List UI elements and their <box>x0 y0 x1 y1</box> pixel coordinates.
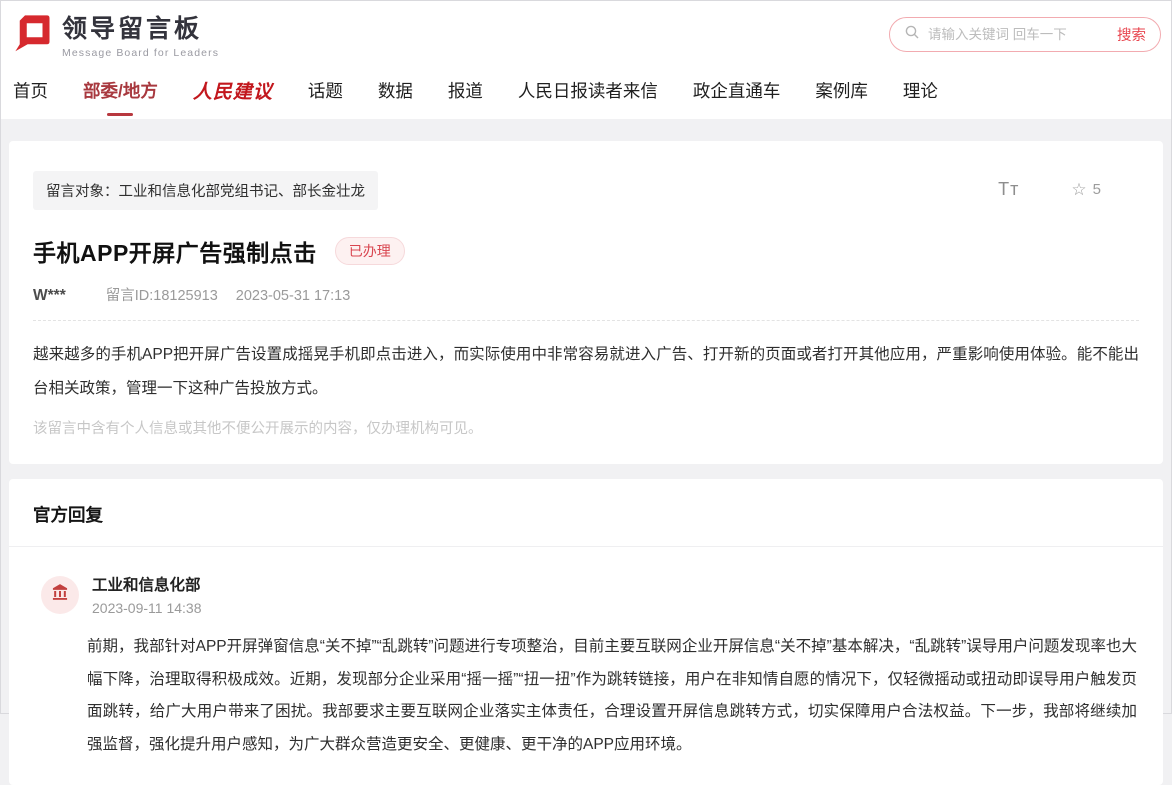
logo-subtitle: Message Board for Leaders <box>62 47 219 59</box>
nav-item-topics[interactable]: 话题 <box>308 78 343 103</box>
message-timestamp: 2023-05-31 17:13 <box>236 288 351 304</box>
nav-item-ministries-regions[interactable]: 部委/地方 <box>83 78 158 103</box>
site-header: 领导留言板 Message Board for Leaders 搜索 <box>1 1 1171 67</box>
logo-text: 领导留言板 Message Board for Leaders <box>62 9 219 59</box>
message-id: 留言ID:18125913 <box>106 284 218 305</box>
main-nav: 首页 部委/地方 人民建议 话题 数据 报道 人民日报读者来信 政企直通车 案例… <box>1 67 1171 119</box>
privacy-note: 该留言中含有个人信息或其他不便公开展示的内容，仅办理机构可见。 <box>33 417 1139 438</box>
search-box[interactable]: 搜索 <box>889 17 1161 52</box>
search-button[interactable]: 搜索 <box>1107 24 1146 45</box>
avatar <box>41 576 79 614</box>
reply-timestamp: 2023-09-11 14:38 <box>92 600 202 616</box>
star-icon: ☆ <box>1071 180 1086 200</box>
message-target-tag: 留言对象：工业和信息化部党组书记、部长金壮龙 <box>33 171 378 210</box>
font-size-toggle-icon[interactable]: Tᴛ <box>998 179 1019 200</box>
logo-title: 领导留言板 <box>62 9 219 45</box>
message-card: 留言对象：工业和信息化部党组书记、部长金壮龙 Tᴛ ☆ 5 手机APP开屏广告强… <box>9 141 1163 464</box>
message-body: 越来越多的手机APP把开屏广告设置成摇晃手机即点击进入，而实际使用中非常容易就进… <box>33 338 1139 406</box>
reply-body: 前期，我部针对APP开屏弹窗信息“关不掉”“乱跳转”问题进行专项整治，目前主要互… <box>87 631 1137 761</box>
status-badge: 已办理 <box>335 237 405 265</box>
message-title: 手机APP开屏广告强制点击 <box>33 234 317 268</box>
nav-item-data[interactable]: 数据 <box>378 78 413 103</box>
divider <box>33 320 1139 321</box>
nav-item-peoples-suggestions[interactable]: 人民建议 <box>193 77 273 104</box>
reply-item: 工业和信息化部 2023-09-11 14:38 前期，我部针对APP开屏弹窗信… <box>9 547 1163 785</box>
nav-item-reports[interactable]: 报道 <box>448 78 483 103</box>
search-input[interactable] <box>928 27 1107 42</box>
official-reply-card: 官方回复 工业和信息化部 2023-09-11 14:38 前期， <box>9 479 1163 785</box>
logo-speech-bubble-icon <box>11 11 53 58</box>
nav-item-theory[interactable]: 理论 <box>903 78 938 103</box>
reply-section-heading: 官方回复 <box>9 479 1163 547</box>
favorite-button[interactable]: ☆ 5 <box>1071 180 1101 200</box>
nav-item-case-library[interactable]: 案例库 <box>815 78 868 103</box>
government-building-icon <box>50 582 70 607</box>
reply-agency-name: 工业和信息化部 <box>92 573 202 595</box>
nav-item-gov-biz-express[interactable]: 政企直通车 <box>693 78 781 103</box>
nav-item-home[interactable]: 首页 <box>13 78 48 103</box>
message-author: W*** <box>33 287 66 305</box>
nav-item-reader-letters[interactable]: 人民日报读者来信 <box>518 78 658 103</box>
search-icon <box>904 24 920 45</box>
site-logo[interactable]: 领导留言板 Message Board for Leaders <box>11 9 219 59</box>
favorite-count: 5 <box>1093 181 1101 198</box>
